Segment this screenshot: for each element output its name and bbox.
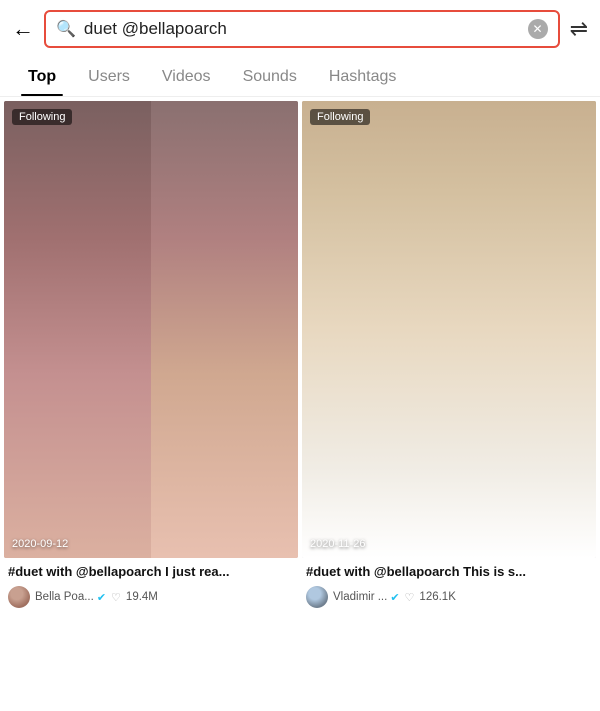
big-face-overlay [302, 101, 596, 558]
video-card-2[interactable]: Following 2020-11-26 #duet with @bellapo… [302, 101, 596, 610]
tab-sounds[interactable]: Sounds [227, 58, 313, 96]
author-name-1: Bella Poa... ✔ [35, 591, 106, 604]
card-info-2: #duet with @bellapoarch This is s... Vla… [302, 558, 596, 610]
avatar-2 [306, 586, 328, 608]
tabs-bar: Top Users Videos Sounds Hashtags [0, 58, 600, 97]
card-meta-1: Bella Poa... ✔ ♡ 19.4M [8, 586, 294, 608]
card-title-2: #duet with @bellapoarch This is s... [306, 564, 592, 581]
author-name-2: Vladimir ... ✔ [333, 591, 400, 604]
results-grid: Following 2020-09-12 #duet with @bellapo… [0, 97, 600, 614]
video-thumbnail-2[interactable]: Following 2020-11-26 [302, 101, 596, 558]
tab-hashtags[interactable]: Hashtags [313, 58, 413, 96]
tab-top[interactable]: Top [12, 58, 72, 96]
heart-icon-2: ♡ [405, 591, 415, 604]
card-info-1: #duet with @bellapoarch I just rea... Be… [4, 558, 298, 610]
search-query: duet @bellapoarch [84, 19, 520, 39]
date-badge-1: 2020-09-12 [12, 538, 68, 550]
face-right-half [151, 101, 298, 558]
header: ← 🔍 duet @bellapoarch ✕ ⇌ [0, 0, 600, 58]
following-badge-2: Following [310, 109, 370, 125]
video-card-1[interactable]: Following 2020-09-12 #duet with @bellapo… [4, 101, 298, 610]
clear-search-button[interactable]: ✕ [528, 19, 548, 39]
like-count-2: 126.1K [419, 591, 455, 603]
tab-videos[interactable]: Videos [146, 58, 227, 96]
like-count-1: 19.4M [126, 591, 158, 603]
search-bar[interactable]: 🔍 duet @bellapoarch ✕ [44, 10, 560, 48]
avatar-1 [8, 586, 30, 608]
following-badge-1: Following [12, 109, 72, 125]
heart-icon-1: ♡ [111, 591, 121, 604]
filter-button[interactable]: ⇌ [570, 16, 588, 42]
tab-users[interactable]: Users [72, 58, 146, 96]
split-face-left [4, 101, 298, 558]
video-thumbnail-1[interactable]: Following 2020-09-12 [4, 101, 298, 558]
verified-icon-1: ✔ [97, 591, 106, 604]
card-title-1: #duet with @bellapoarch I just rea... [8, 564, 294, 581]
search-icon: 🔍 [56, 19, 76, 39]
date-badge-2: 2020-11-26 [310, 538, 365, 550]
card-meta-2: Vladimir ... ✔ ♡ 126.1K [306, 586, 592, 608]
back-button[interactable]: ← [12, 16, 34, 42]
face-left-half [4, 101, 151, 558]
verified-icon-2: ✔ [390, 591, 399, 604]
